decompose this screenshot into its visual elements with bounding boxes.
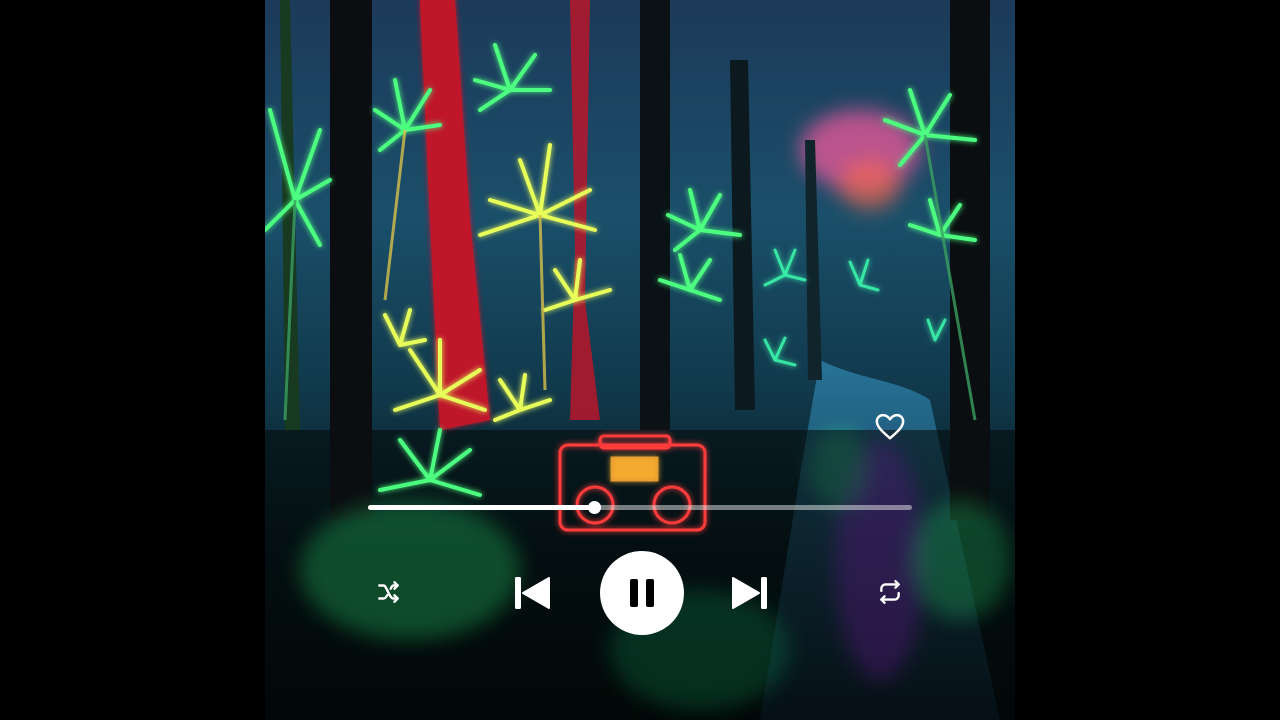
skip-previous-icon xyxy=(515,577,550,609)
heart-outline-icon xyxy=(875,413,905,440)
progress-fill xyxy=(368,505,594,510)
progress-bar[interactable] xyxy=(368,501,912,514)
shuffle-button[interactable] xyxy=(370,574,408,610)
skip-next-icon xyxy=(732,577,767,609)
progress-knob[interactable] xyxy=(587,501,601,514)
next-button[interactable] xyxy=(726,570,774,616)
repeat-button[interactable] xyxy=(871,574,909,610)
shuffle-icon xyxy=(378,581,399,603)
player-screen xyxy=(0,0,1280,720)
previous-button[interactable] xyxy=(508,570,556,616)
pause-icon xyxy=(630,579,654,607)
repeat-icon xyxy=(880,579,900,605)
play-pause-button[interactable] xyxy=(600,551,684,635)
like-button[interactable] xyxy=(873,410,907,444)
